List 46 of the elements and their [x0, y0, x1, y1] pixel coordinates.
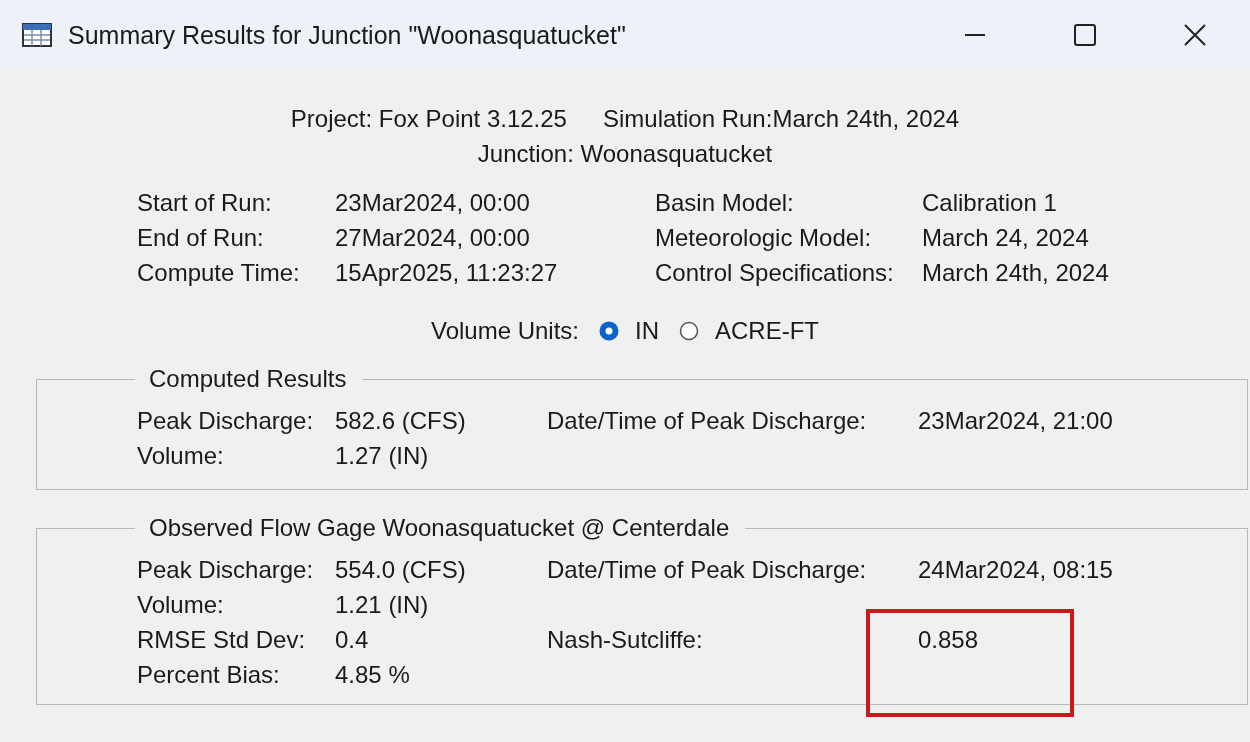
- field-label: End of Run:: [137, 223, 265, 253]
- field-label: Meteorologic Model:: [655, 223, 873, 253]
- radio-button[interactable]: ACRE-FT: [679, 317, 820, 345]
- field-label: Junction:: [477, 139, 575, 169]
- field-label: Percent Bias:: [137, 660, 281, 690]
- table-icon: [22, 23, 52, 47]
- field-value: 554.0 (CFS): [335, 555, 467, 585]
- field-label: Simulation Run:: [602, 104, 773, 134]
- field-label: Control Specifications:: [655, 258, 895, 288]
- group-title: Computed Results: [148, 365, 348, 393]
- field-value: March 24, 2024: [922, 223, 1090, 253]
- field-value: 4.85 %: [335, 660, 411, 690]
- field-value: March 24th, 2024: [922, 258, 1110, 288]
- field-label: Peak Discharge:: [137, 406, 315, 436]
- field-value: Woonasquatucket: [580, 139, 773, 169]
- field-value: 23Mar2024, 00:00: [335, 188, 531, 218]
- field-value: 0.4: [335, 625, 370, 655]
- close-icon: [1182, 22, 1208, 48]
- field-label: Date/Time of Peak Discharge:: [547, 555, 868, 585]
- field-value: 15Apr2025, 11:23:27: [335, 258, 559, 288]
- field-value: 1.21 (IN): [335, 590, 430, 620]
- field-label: Compute Time:: [137, 258, 301, 288]
- field-value: 24Mar2024, 08:15: [918, 555, 1114, 585]
- field-label: Basin Model:: [655, 188, 795, 218]
- field-label: Volume:: [137, 590, 225, 620]
- field-label: Start of Run:: [137, 188, 273, 218]
- field-value: March 24th, 2024: [772, 104, 960, 134]
- field-value: 0.858: [918, 625, 980, 655]
- radio-button[interactable]: IN: [599, 317, 660, 345]
- minimize-icon: [965, 34, 985, 36]
- field-label: Volume Units:: [430, 317, 580, 345]
- field-value: 27Mar2024, 00:00: [335, 223, 531, 253]
- field-label: Nash-Sutcliffe:: [547, 625, 704, 655]
- field-value: 23Mar2024, 21:00: [918, 406, 1114, 436]
- field-value: 1.27 (IN): [335, 441, 430, 471]
- maximize-icon: [1072, 22, 1098, 48]
- field-value: Fox Point 3.12.25: [378, 104, 567, 134]
- field-label: RMSE Std Dev:: [137, 625, 307, 655]
- window-title: Summary Results for Junction "Woonasquatucket": [68, 20, 627, 50]
- field-value: Calibration 1: [922, 188, 1058, 218]
- field-label: Peak Discharge:: [137, 555, 315, 585]
- field-value: 582.6 (CFS): [335, 406, 467, 436]
- field-label: Date/Time of Peak Discharge:: [547, 406, 868, 436]
- field-label: Project:: [290, 104, 374, 134]
- field-label: Volume:: [137, 441, 225, 471]
- group-title: Observed Flow Gage Woonasquatucket @ Centerdale: [148, 514, 731, 542]
